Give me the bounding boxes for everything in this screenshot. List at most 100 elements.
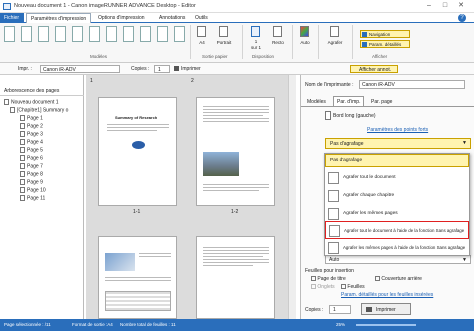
tab-fichier[interactable]: Fichier (0, 13, 24, 23)
page-icon (20, 131, 25, 137)
show-annotations-button[interactable]: Afficher annot. (350, 65, 398, 73)
tree-page[interactable]: Page 9 (20, 179, 43, 185)
recto-icon (273, 26, 282, 37)
option-no-staple[interactable]: Pas d'agrafage (325, 154, 469, 167)
photo-image (105, 253, 135, 271)
tabs-checkbox[interactable]: Onglets (311, 284, 335, 290)
staple-dropdown: Pas d'agrafage Agrafer tout le document … (324, 153, 470, 256)
sheet-number: 1 (90, 78, 93, 84)
panel-header: Arborescence des pages (4, 88, 60, 94)
close-button[interactable]: ✕ (456, 2, 466, 10)
tab-par-page[interactable]: Par. page (371, 99, 392, 105)
binding-select[interactable]: Bord long (gauche) (325, 111, 465, 121)
template-icon[interactable] (38, 26, 49, 42)
page-thumbnail-4[interactable] (196, 236, 275, 319)
tree-page[interactable]: Page 1 (20, 115, 43, 121)
zoom-slider[interactable] (356, 324, 416, 326)
staple-button[interactable]: Agrafer (322, 26, 348, 52)
color-auto-button[interactable]: Auto (296, 26, 314, 52)
minimize-button[interactable]: – (424, 2, 434, 10)
template-icon[interactable] (4, 26, 15, 42)
tree-chapter[interactable]: [Chapitre1] Summary o (10, 107, 68, 113)
staple-select[interactable]: Pas d'agrafage ▼ (325, 138, 471, 149)
finishing-link[interactable]: Paramètres des points forts (367, 127, 428, 133)
detailed-settings-toggle[interactable]: Param. détaillés (360, 40, 410, 48)
paper-size-button[interactable]: A4 (194, 26, 210, 52)
template-icon[interactable] (140, 26, 151, 42)
template-icon[interactable] (157, 26, 168, 42)
page-tree-panel: Arborescence des pages Nouveau document … (0, 75, 84, 319)
option-stapleless-same[interactable]: Agrafer les mêmes pages à l'aide de la f… (325, 239, 469, 257)
tree-page[interactable]: Page 11 (20, 195, 45, 201)
tree-page[interactable]: Page 10 (20, 187, 46, 193)
tree-page[interactable]: Page 4 (20, 139, 43, 145)
navigation-icon (362, 32, 367, 37)
page-icon (20, 123, 25, 129)
tab-par-imp[interactable]: Par. d'imp. (333, 96, 365, 106)
window-title: Nouveau document 1 - Canon imageRUNNER A… (14, 3, 196, 9)
sidebar-separator (0, 95, 84, 96)
preview-area: 1 2 Summary of Research 1-1 1-2 (86, 75, 296, 319)
option-staple-chapter[interactable]: Agrafer chaque chapitre (325, 187, 469, 205)
printer-name-select[interactable]: Canon iR-ADV (359, 80, 465, 89)
template-icon[interactable] (89, 26, 100, 42)
chevron-down-icon: ▼ (462, 257, 467, 263)
back-cover-checkbox[interactable]: Couverture arrière (375, 276, 422, 282)
page-thumbnail-2[interactable] (196, 97, 275, 206)
sheets-checkbox[interactable]: Feuilles (341, 284, 365, 290)
printer-select[interactable]: Canon iR-ADV (40, 65, 120, 73)
navigation-toggle[interactable]: Navigation (360, 30, 410, 38)
toolbar-print-button[interactable]: Imprimer (174, 65, 206, 73)
tabs-underline (301, 106, 474, 107)
copies-field[interactable]: 1 (329, 305, 351, 314)
tab-print-settings[interactable]: Paramètres d'impression (26, 13, 92, 23)
page-icon (20, 195, 25, 201)
tab-modeles[interactable]: Modèles (307, 99, 326, 105)
tab-annotations[interactable]: Annotations (155, 13, 189, 23)
ribbon: Modèles A4 Portrait Sortie papier 1 sur … (0, 23, 474, 63)
tab-outils[interactable]: Outils (191, 13, 212, 23)
page-icon (20, 115, 25, 121)
checkbox-icon (311, 276, 316, 282)
page-thumbnail-1[interactable]: Summary of Research (98, 97, 177, 206)
tree-page[interactable]: Page 5 (20, 147, 43, 153)
print-button[interactable]: Imprimer (361, 303, 411, 315)
tree-page[interactable]: Page 6 (20, 155, 43, 161)
template-icon[interactable] (21, 26, 32, 42)
page-thumbnail-3[interactable] (98, 236, 177, 319)
help-icon[interactable]: ? (458, 14, 466, 22)
staple-icon (330, 26, 339, 37)
print-toolbar: Impr. : Canon iR-ADV Copies : 1 Imprimer… (0, 63, 474, 75)
tree-page[interactable]: Page 7 (20, 163, 43, 169)
maximize-button[interactable]: □ (440, 2, 450, 10)
template-icon[interactable] (123, 26, 134, 42)
page-icon (20, 187, 25, 193)
binding-icon (325, 111, 331, 120)
tab-print-options[interactable]: Options d'impression (94, 13, 149, 23)
scrollbar[interactable] (288, 75, 296, 319)
tree-document[interactable]: Nouveau document 1 (4, 99, 59, 105)
option-stapleless-all[interactable]: Agrafer tout le document à l'aide de la … (325, 221, 469, 239)
tree-page[interactable]: Page 2 (20, 123, 43, 129)
template-icon[interactable] (55, 26, 66, 42)
orientation-button[interactable]: Portrait (213, 26, 235, 52)
staple-all-icon (328, 172, 339, 184)
pages-per-sheet-button[interactable]: 1 sur 1 (246, 26, 266, 52)
duplex-button[interactable]: Recto (268, 26, 288, 52)
printer-icon (174, 66, 179, 71)
tree-page[interactable]: Page 8 (20, 171, 43, 177)
checkbox-icon (375, 276, 380, 282)
template-icon[interactable] (174, 26, 185, 42)
option-staple-all[interactable]: Agrafer tout le document (325, 169, 469, 187)
group-label-disposition: Disposition (252, 54, 275, 59)
template-icon[interactable] (106, 26, 117, 42)
inserted-sheets-link[interactable]: Param. détaillés pour les feuilles insér… (341, 292, 433, 298)
cover-checkbox[interactable]: Page de titre (311, 276, 346, 282)
tree-page[interactable]: Page 3 (20, 131, 43, 137)
photo-image (203, 152, 239, 176)
page-icon (20, 155, 25, 161)
template-icon[interactable] (72, 26, 83, 42)
copies-input[interactable]: 1 (154, 65, 170, 73)
color-icon (300, 26, 309, 37)
stapleless-all-icon (329, 225, 340, 237)
